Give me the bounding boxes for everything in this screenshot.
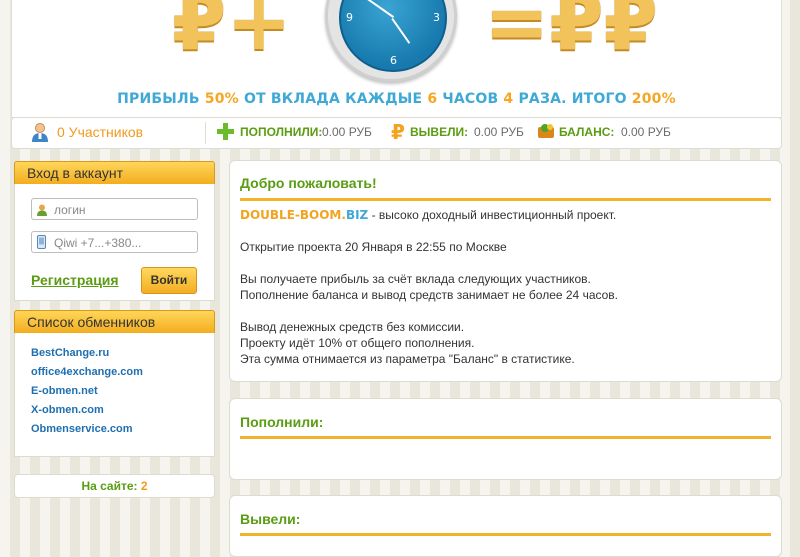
tagline-total: 200% [631,91,676,107]
welcome-line: - высоко доходный инвестиционный проект. [368,208,617,222]
login-input[interactable]: логин [31,198,198,220]
online-count: 2 [140,479,148,493]
tagline-times: 4 [503,91,514,107]
ruble-icon: ₽ [391,120,405,144]
balance-label: БАЛАНС: [559,125,615,139]
exchanger-link[interactable]: X-obmen.com [31,401,143,420]
clock-icon: 12 3 6 9 [325,0,457,82]
welcome-paragraph: Вывод денежных средств без комиссии. Про… [240,319,618,367]
participants-count: 0 Участников [57,124,144,140]
stats-bar: 0 Участников ПОПОЛНИЛИ: 0.00 РУБ ₽ ВЫВЕЛ… [11,117,782,149]
exchangers-box-header: Список обменников [14,310,215,334]
welcome-line: Проекту идёт 10% от общего пополнения. [240,336,475,350]
tagline-text: РАЗА. ИТОГО [513,91,632,107]
welcome-title: Добро пожаловать! [240,175,377,191]
banner-equals-double-ruble: =₽₽ [484,0,658,68]
clock-number-3: 3 [433,11,440,24]
tagline-text: ЧАСОВ [437,91,504,107]
exchanger-link[interactable]: E-obmen.net [31,382,143,401]
welcome-intro: DOUBLE-BOOM.BIZ - высоко доходный инвест… [240,207,618,223]
clock-face: 12 3 6 9 [339,0,447,72]
deposits-divider [240,436,771,439]
clock-minute-hand [365,0,395,18]
brand-name: DOUBLE-BOOM.BIZ [240,208,368,222]
deposited-value: 0.00 РУБ [322,125,372,139]
withdrawals-title: Вывели: [240,511,301,527]
user-icon [31,122,49,145]
deposited-label: ПОПОЛНИЛИ: [240,125,323,139]
tagline-percent: 50% [204,91,239,107]
brand-tld: BIZ [345,208,369,222]
banner-ruble-plus: ₽+ [172,0,292,68]
login-box-header: Вход в аккаунт [14,161,215,185]
welcome-panel: Добро пожаловать! DOUBLE-BOOM.BIZ - высо… [229,160,782,382]
stats-divider [205,122,206,144]
exchangers-box: BestChange.ru office4exchange.com E-obme… [14,333,215,457]
exchanger-link[interactable]: Obmenservice.com [31,420,143,439]
clock-number-6: 6 [390,54,397,67]
deposits-panel: Пополнили: [229,398,782,480]
welcome-paragraph: Вы получаете прибыль за счёт вклада след… [240,271,618,303]
clock-hour-hand [391,18,411,44]
welcome-line: Эта сумма отнимается из параметра "Балан… [240,352,575,366]
tagline-text: ПРИБЫЛЬ [117,91,205,107]
plus-icon [217,123,234,143]
tagline-text: ОТ ВКЛАДА КАЖДЫЕ [238,91,428,107]
exchanger-link[interactable]: office4exchange.com [31,363,143,382]
login-button[interactable]: Войти [141,267,197,294]
deposits-title: Пополнили: [240,414,324,430]
welcome-line: Вы получаете прибыль за счёт вклада след… [240,272,591,286]
welcome-line: Открытие проекта 20 Января в 22:55 по Мо… [240,240,507,254]
withdrawn-label: ВЫВЕЛИ: [410,125,469,139]
exchangers-list: BestChange.ru office4exchange.com E-obme… [31,344,143,439]
withdrawals-panel: Вывели: [229,495,782,557]
exchanger-link[interactable]: BestChange.ru [31,344,143,363]
welcome-line: Пополнение баланса и вывод средств заним… [240,288,619,302]
wallet-icon [537,123,555,142]
banner-tagline: ПРИБЫЛЬ 50% ОТ ВКЛАДА КАЖДЫЕ 6 ЧАСОВ 4 Р… [12,91,781,107]
withdrawals-divider [240,533,771,536]
welcome-content: DOUBLE-BOOM.BIZ - высоко доходный инвест… [240,207,618,383]
withdrawn-value: 0.00 РУБ [474,125,524,139]
login-box: логин Qiwi +7...+380... Регистрация Войт… [14,184,215,301]
exchangers-box-title: Список обменников [27,314,156,330]
online-label: На сайте: [81,479,138,493]
brand-main: DOUBLE-BOOM. [240,208,346,222]
tagline-hours: 6 [427,91,438,107]
balance-value: 0.00 РУБ [621,125,671,139]
online-counter: На сайте: 2 [14,474,215,498]
welcome-line: Вывод денежных средств без комиссии. [240,320,465,334]
page: ₽+ 12 3 6 9 =₽₽ ПРИБЫЛЬ 50% ОТ ВКЛАДА КА… [11,0,782,557]
welcome-divider [240,198,771,201]
user-small-icon [37,202,47,224]
header-banner: ₽+ 12 3 6 9 =₽₽ ПРИБЫЛЬ 50% ОТ ВКЛАДА КА… [11,0,782,118]
login-placeholder: логин [54,203,86,217]
wallet-placeholder: Qiwi +7...+380... [54,236,142,250]
clock-number-9: 9 [346,11,353,24]
phone-icon [37,235,46,257]
wallet-input[interactable]: Qiwi +7...+380... [31,231,198,253]
register-link[interactable]: Регистрация [31,272,119,288]
login-box-title: Вход в аккаунт [27,165,124,181]
